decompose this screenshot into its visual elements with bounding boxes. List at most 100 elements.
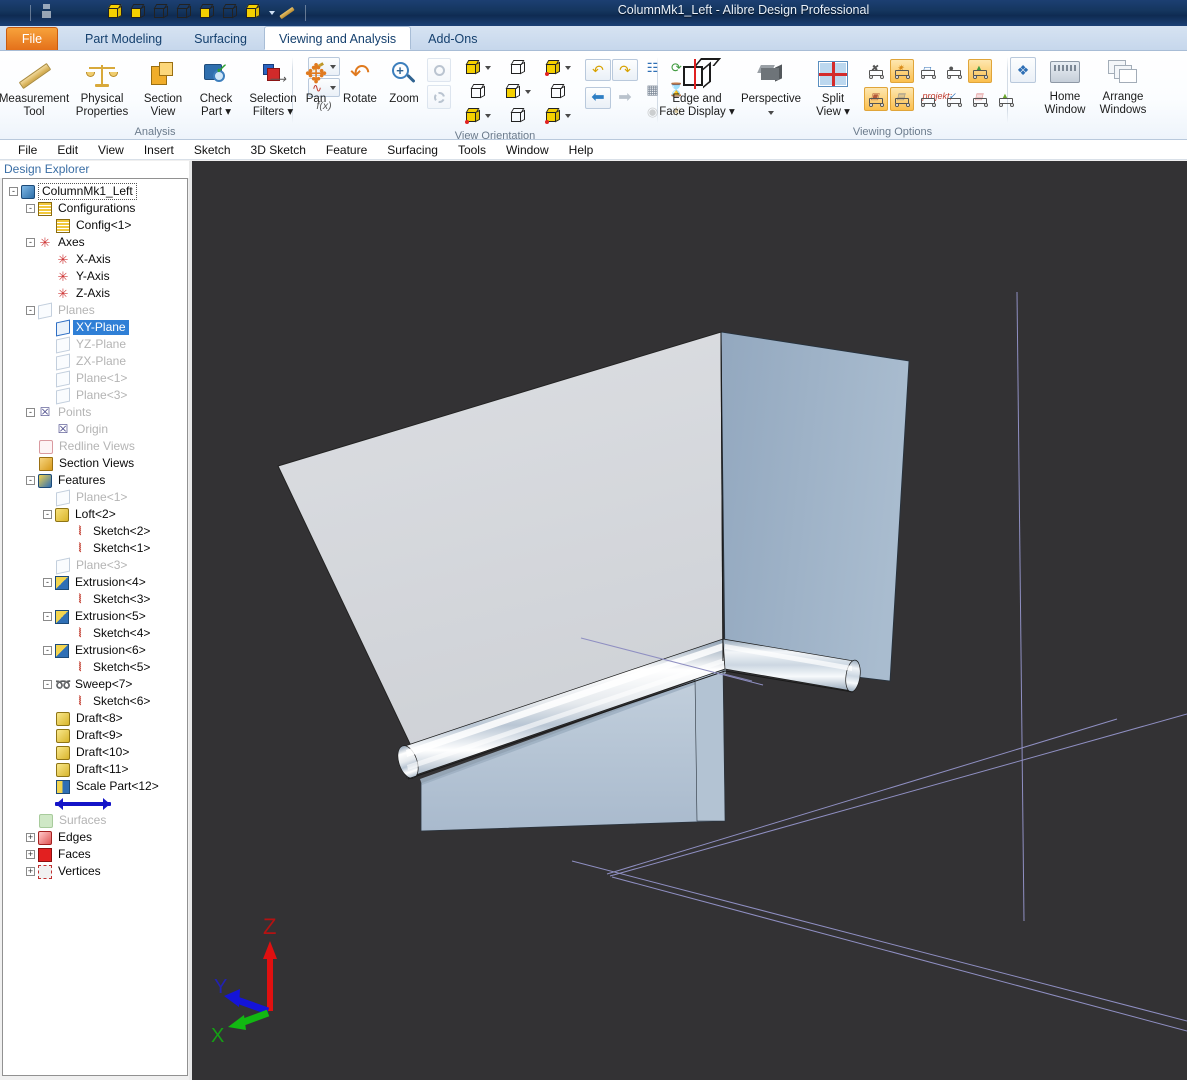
tree-collapse-icon[interactable]: - bbox=[43, 646, 52, 655]
3d-model-canvas[interactable] bbox=[192, 161, 1187, 1080]
tree-item-vertices[interactable]: + Vertices bbox=[7, 863, 187, 880]
tree-item-origin[interactable]: ☒ Origin bbox=[7, 421, 187, 438]
tree-item-extrusion6[interactable]: - Extrusion<6> bbox=[7, 642, 187, 659]
perspective-dropdown-icon[interactable] bbox=[768, 110, 774, 115]
tree-collapse-icon[interactable]: - bbox=[43, 578, 52, 587]
tree-item-faces[interactable]: + Faces bbox=[7, 846, 187, 863]
view-right-button[interactable] bbox=[499, 81, 537, 102]
tree-item-edges[interactable]: + Edges bbox=[7, 829, 187, 846]
menu-tools[interactable]: Tools bbox=[448, 140, 496, 160]
tree-item-section-views[interactable]: Section Views bbox=[7, 455, 187, 472]
check-part-button[interactable]: ✓ Check Part ▾ bbox=[190, 55, 242, 118]
tree-collapse-icon[interactable]: - bbox=[26, 408, 35, 417]
rollback-bar-handle[interactable] bbox=[55, 797, 111, 810]
show-threads-toggle[interactable]: ▤ bbox=[968, 87, 992, 111]
3d-viewport[interactable]: Z Y X bbox=[192, 161, 1187, 1080]
tree-item-plane3[interactable]: Plane<3> bbox=[7, 387, 187, 404]
tree-item-redline-views[interactable]: Redline Views bbox=[7, 438, 187, 455]
next-view-button[interactable]: ➡ bbox=[612, 87, 638, 109]
tab-surfacing[interactable]: Surfacing bbox=[179, 27, 262, 50]
split-view-dropdown-icon[interactable]: ▾ bbox=[841, 106, 850, 118]
menu-feature[interactable]: Feature bbox=[316, 140, 377, 160]
rotate-ccw-button[interactable]: ↶ bbox=[585, 59, 611, 81]
selection-filters-dropdown-icon[interactable]: ▾ bbox=[284, 106, 293, 118]
tree-item-sketch6[interactable]: ⦚ Sketch<6> bbox=[7, 693, 187, 710]
tree-item-sketch1[interactable]: ⦚ Sketch<1> bbox=[7, 540, 187, 557]
tree-item-extrusion4[interactable]: - Extrusion<4> bbox=[7, 574, 187, 591]
tree-item-scale-part12[interactable]: Scale Part<12> bbox=[7, 778, 187, 795]
show-axes-toggle[interactable]: ✷ bbox=[890, 59, 914, 83]
rotate-cw-button[interactable]: ↷ bbox=[612, 59, 638, 81]
previous-view-button[interactable]: ⬅ bbox=[585, 87, 611, 109]
view-top-button[interactable] bbox=[499, 57, 537, 78]
tab-part-modeling[interactable]: Part Modeling bbox=[70, 27, 177, 50]
tree-item-draft9[interactable]: Draft<9> bbox=[7, 727, 187, 744]
view-left-button[interactable] bbox=[499, 105, 537, 126]
menu-view[interactable]: View bbox=[88, 140, 134, 160]
home-window-button[interactable]: Home Window bbox=[1036, 53, 1094, 116]
section-view-button[interactable]: Section View bbox=[136, 55, 190, 118]
tree-item-draft8[interactable]: Draft<8> bbox=[7, 710, 187, 727]
tree-item-draft11[interactable]: Draft<11> bbox=[7, 761, 187, 778]
show-curves-toggle[interactable]: ✓ bbox=[942, 87, 966, 111]
tab-file[interactable]: File bbox=[6, 27, 58, 50]
publish-button[interactable]: ❖ bbox=[1010, 57, 1036, 83]
tree-item-surfaces[interactable]: Surfaces bbox=[7, 812, 187, 829]
tree-expand-icon[interactable]: + bbox=[26, 850, 35, 859]
tree-item-xy-plane[interactable]: XY-Plane bbox=[7, 319, 187, 336]
split-view-button[interactable]: Split View ▾ bbox=[808, 55, 858, 118]
tree-item-plane3[interactable]: Plane<3> bbox=[7, 557, 187, 574]
show-points-toggle[interactable]: ● bbox=[942, 59, 966, 83]
menu-surfacing[interactable]: Surfacing bbox=[377, 140, 448, 160]
tree-collapse-icon[interactable]: - bbox=[43, 510, 52, 519]
tree-item-sketch3[interactable]: ⦚ Sketch<3> bbox=[7, 591, 187, 608]
tree-collapse-icon[interactable]: - bbox=[26, 306, 35, 315]
show-planes-toggle[interactable]: ▭ bbox=[916, 59, 940, 83]
view-isometric-button[interactable] bbox=[459, 57, 497, 78]
tree-item-yz-plane[interactable]: YZ-Plane bbox=[7, 336, 187, 353]
tree-item-x-axis[interactable]: ✳ X-Axis bbox=[7, 251, 187, 268]
menu-help[interactable]: Help bbox=[559, 140, 604, 160]
tree-collapse-icon[interactable]: - bbox=[43, 612, 52, 621]
zoom-button[interactable]: + Zoom bbox=[383, 55, 425, 106]
perspective-button[interactable]: Perspective bbox=[734, 55, 808, 118]
tree-item-planes[interactable]: - Planes bbox=[7, 302, 187, 319]
tree-item-y-axis[interactable]: ✳ Y-Axis bbox=[7, 268, 187, 285]
view-named-button[interactable] bbox=[539, 105, 577, 126]
tree-item-features[interactable]: - Features bbox=[7, 472, 187, 489]
tab-add-ons[interactable]: Add-Ons bbox=[413, 27, 492, 50]
tree-item-sweep7[interactable]: - ➿ Sweep<7> bbox=[7, 676, 187, 693]
design-explorer-tree[interactable]: - ColumnMk1_Left - Configurations Config<1> -… bbox=[2, 178, 188, 1076]
tree-collapse-icon[interactable]: - bbox=[43, 680, 52, 689]
hide-all-axes-toggle[interactable]: ✖ bbox=[864, 59, 888, 83]
view-trimetric-button[interactable] bbox=[539, 57, 577, 78]
menu-sketch[interactable]: Sketch bbox=[184, 140, 241, 160]
tree-item-zx-plane[interactable]: ZX-Plane bbox=[7, 353, 187, 370]
tab-viewing-and-analysis[interactable]: Viewing and Analysis bbox=[263, 26, 412, 50]
show-dims-toggle[interactable]: ▤ bbox=[890, 87, 914, 111]
show-section-toggle[interactable]: projekt; bbox=[916, 87, 952, 111]
rollback-bar[interactable] bbox=[7, 795, 187, 812]
check-part-dropdown-icon[interactable]: ▾ bbox=[222, 106, 231, 118]
zoom-window-button[interactable] bbox=[427, 58, 451, 82]
view-bottom-button[interactable] bbox=[459, 105, 497, 126]
menu-window[interactable]: Window bbox=[496, 140, 559, 160]
tree-item-columnmk1_left[interactable]: - ColumnMk1_Left bbox=[7, 183, 187, 200]
column-model[interactable] bbox=[277, 331, 910, 832]
tree-expand-icon[interactable]: + bbox=[26, 833, 35, 842]
tree-item-sketch5[interactable]: ⦚ Sketch<5> bbox=[7, 659, 187, 676]
pan-button[interactable]: ✥ Pan bbox=[295, 55, 337, 106]
zoom-selected-button[interactable] bbox=[427, 85, 451, 109]
view-front-button[interactable] bbox=[459, 81, 497, 102]
tree-item-z-axis[interactable]: ✳ Z-Axis bbox=[7, 285, 187, 302]
view-back-button[interactable] bbox=[539, 81, 577, 102]
tree-item-loft2[interactable]: - Loft<2> bbox=[7, 506, 187, 523]
rotate-button[interactable]: ↶ Rotate bbox=[337, 55, 383, 106]
tree-collapse-icon[interactable]: - bbox=[26, 476, 35, 485]
arrange-windows-button[interactable]: Arrange Windows bbox=[1094, 53, 1152, 116]
tree-collapse-icon[interactable]: - bbox=[9, 187, 18, 196]
tree-item-sketch4[interactable]: ⦚ Sketch<4> bbox=[7, 625, 187, 642]
tree-item-draft10[interactable]: Draft<10> bbox=[7, 744, 187, 761]
tree-item-sketch2[interactable]: ⦚ Sketch<2> bbox=[7, 523, 187, 540]
tree-item-extrusion5[interactable]: - Extrusion<5> bbox=[7, 608, 187, 625]
